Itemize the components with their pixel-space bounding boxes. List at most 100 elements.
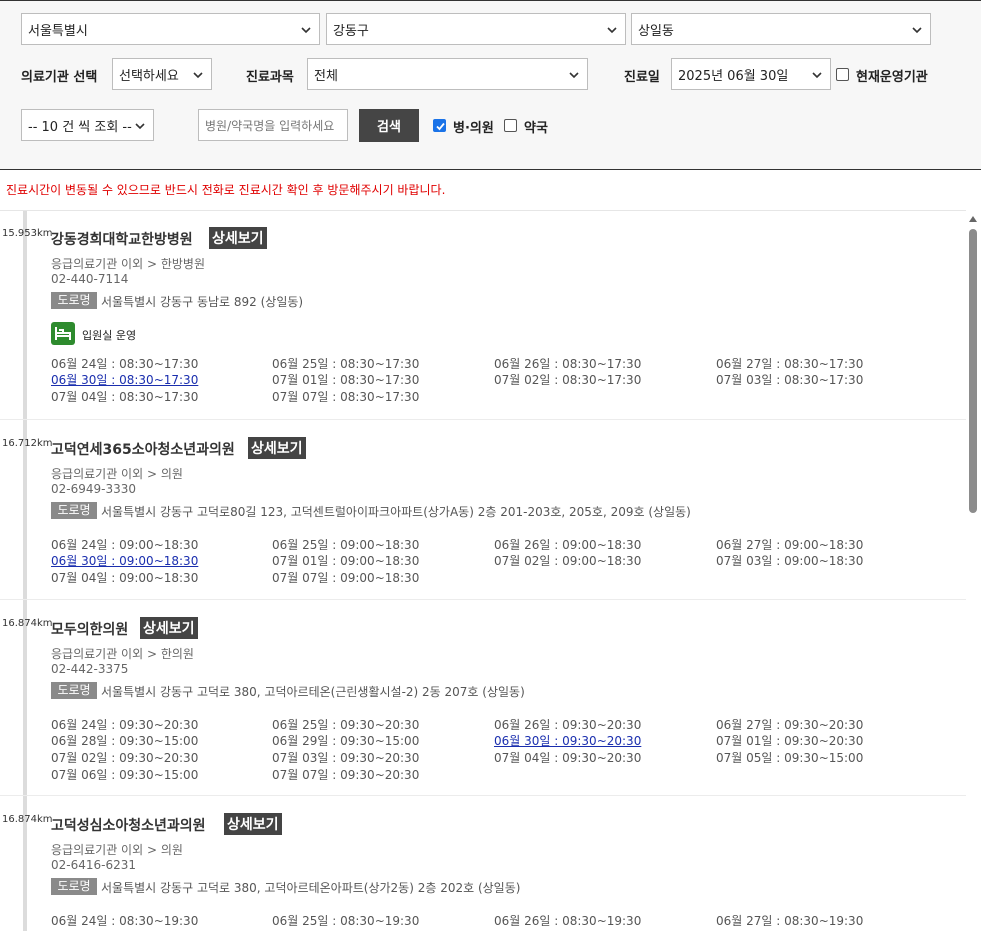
hours-item: 07월 05일 : 09:30~15:00 bbox=[716, 751, 864, 765]
distance: 16.712km bbox=[2, 438, 53, 449]
hours-item: 06월 25일 : 08:30~17:30 bbox=[272, 357, 420, 371]
result-list: 15.953km 강동경희대학교한방병원 상세보기 응급의료기관 이외 > 한방… bbox=[0, 211, 966, 931]
hours-item: 06월 27일 : 09:30~20:30 bbox=[716, 718, 864, 732]
detail-button[interactable]: 상세보기 bbox=[209, 227, 267, 249]
sigungu-value: 강동구 bbox=[333, 23, 369, 39]
hours-today: 06월 30일 : 09:30~20:30 bbox=[494, 734, 642, 748]
hours-item: 06월 26일 : 08:30~17:30 bbox=[494, 357, 642, 371]
dong-value: 상일동 bbox=[638, 23, 674, 39]
date-select[interactable]: 2025년 06월 30일 bbox=[671, 58, 831, 90]
dong-select[interactable]: 상일동 bbox=[631, 13, 931, 45]
road-badge: 도로명 bbox=[51, 682, 97, 699]
hours-item: 06월 28일 : 09:30~15:00 bbox=[51, 734, 199, 748]
date-label: 진료일 bbox=[624, 70, 660, 85]
phone: 02-440-7114 bbox=[51, 272, 129, 286]
hours-item: 07월 02일 : 09:30~20:30 bbox=[51, 751, 199, 765]
address: 서울특별시 강동구 고덕로80길 123, 고덕센트럴아이파크아파트(상가A동)… bbox=[101, 505, 691, 519]
inst-label: 의료기관 선택 bbox=[21, 70, 98, 85]
list-item: 16.874km 모두의한의원 상세보기 응급의료기관 이외 > 한의원 02-… bbox=[0, 600, 966, 796]
hours-item: 07월 07일 : 08:30~17:30 bbox=[272, 390, 420, 404]
chevron-down-icon bbox=[301, 27, 311, 34]
hours-item: 07월 07일 : 09:30~20:30 bbox=[272, 768, 420, 782]
category: 응급의료기관 이외 > 의원 bbox=[51, 467, 183, 481]
hours-item: 06월 29일 : 09:30~15:00 bbox=[272, 734, 420, 748]
page-size-value: -- 10 건 씩 조회 -- bbox=[28, 119, 132, 135]
hours-item: 06월 26일 : 09:00~18:30 bbox=[494, 538, 642, 552]
notice-text: 진료시간이 변동될 수 있으므로 반드시 전화로 진료시간 확인 후 방문해주시… bbox=[6, 183, 446, 197]
hours-item: 06월 24일 : 09:00~18:30 bbox=[51, 538, 199, 552]
inst-select[interactable]: 선택하세요 bbox=[112, 58, 212, 90]
hours-item: 06월 27일 : 09:00~18:30 bbox=[716, 538, 864, 552]
facility-name[interactable]: 강동경희대학교한방병원 bbox=[51, 229, 193, 249]
chevron-down-icon bbox=[135, 123, 145, 130]
scrollbar[interactable] bbox=[966, 211, 981, 931]
dept-select[interactable]: 전체 bbox=[307, 58, 588, 90]
detail-button[interactable]: 상세보기 bbox=[248, 437, 306, 459]
chevron-down-icon bbox=[812, 72, 822, 79]
detail-button[interactable]: 상세보기 bbox=[224, 813, 282, 835]
address: 서울특별시 강동구 고덕로 380, 고덕아르테온아파트(상가2동) 2층 20… bbox=[101, 881, 521, 895]
road-badge: 도로명 bbox=[51, 878, 97, 895]
address: 서울특별시 강동구 동남로 892 (상일동) bbox=[101, 295, 304, 309]
sido-value: 서울특별시 bbox=[28, 23, 88, 39]
operating-label: 현재운영기관 bbox=[856, 70, 928, 85]
hours-item: 06월 25일 : 09:30~20:30 bbox=[272, 718, 420, 732]
hours-item: 06월 24일 : 08:30~17:30 bbox=[51, 357, 199, 371]
category: 응급의료기관 이외 > 의원 bbox=[51, 843, 183, 857]
ward-badge: 입원실 운영 bbox=[82, 329, 137, 342]
search-button[interactable]: 검색 bbox=[359, 109, 419, 142]
hours-item: 06월 24일 : 08:30~19:30 bbox=[51, 914, 199, 928]
hours-item: 07월 03일 : 09:30~20:30 bbox=[272, 751, 420, 765]
hours-item: 06월 24일 : 09:30~20:30 bbox=[51, 718, 199, 732]
hours-today: 06월 30일 : 08:30~17:30 bbox=[51, 373, 199, 387]
facility-name[interactable]: 고덕성심소아청소년과의원 bbox=[51, 815, 206, 835]
hours-item: 06월 26일 : 08:30~19:30 bbox=[494, 914, 642, 928]
list-item: 16.712km 고덕연세365소아청소년과의원 상세보기 응급의료기관 이외 … bbox=[0, 420, 966, 600]
dept-label: 진료과목 bbox=[246, 70, 294, 85]
category: 응급의료기관 이외 > 한방병원 bbox=[51, 257, 205, 271]
hours-item: 07월 04일 : 08:30~17:30 bbox=[51, 390, 199, 404]
list-item: 15.953km 강동경희대학교한방병원 상세보기 응급의료기관 이외 > 한방… bbox=[0, 211, 966, 420]
phone: 02-442-3375 bbox=[51, 662, 129, 676]
hours-today: 06월 30일 : 09:00~18:30 bbox=[51, 554, 199, 568]
clinic-label: 병·의원 bbox=[453, 121, 494, 136]
detail-button[interactable]: 상세보기 bbox=[140, 617, 198, 639]
sido-select[interactable]: 서울특별시 bbox=[21, 13, 320, 45]
facility-name[interactable]: 모두의한의원 bbox=[51, 619, 128, 639]
chevron-down-icon bbox=[193, 72, 203, 79]
hours-item: 07월 04일 : 09:30~20:30 bbox=[494, 751, 642, 765]
hours-item: 06월 27일 : 08:30~17:30 bbox=[716, 357, 864, 371]
hours-item: 07월 04일 : 09:00~18:30 bbox=[51, 571, 199, 585]
search-placeholder: 병원/약국명을 입력하세요 bbox=[205, 118, 335, 133]
hours-item: 07월 02일 : 08:30~17:30 bbox=[494, 373, 642, 387]
chevron-down-icon bbox=[569, 72, 579, 79]
chevron-down-icon bbox=[912, 27, 922, 34]
pharmacy-checkbox[interactable] bbox=[504, 119, 517, 132]
distance: 16.874km bbox=[2, 814, 53, 825]
hours-item: 06월 25일 : 09:00~18:30 bbox=[272, 538, 420, 552]
bed-icon bbox=[51, 322, 75, 345]
hours-item: 07월 01일 : 09:00~18:30 bbox=[272, 554, 420, 568]
pharmacy-label: 약국 bbox=[524, 121, 548, 136]
sigungu-select[interactable]: 강동구 bbox=[326, 13, 626, 45]
operating-checkbox[interactable] bbox=[836, 68, 849, 81]
facility-name[interactable]: 고덕연세365소아청소년과의원 bbox=[51, 439, 235, 459]
search-input[interactable]: 병원/약국명을 입력하세요 bbox=[198, 109, 348, 141]
scroll-thumb[interactable] bbox=[969, 229, 977, 513]
phone: 02-6949-3330 bbox=[51, 482, 137, 496]
clinic-checkbox[interactable] bbox=[433, 119, 446, 132]
hours-item: 07월 06일 : 09:30~15:00 bbox=[51, 768, 199, 782]
hours-item: 07월 01일 : 08:30~17:30 bbox=[272, 373, 420, 387]
hours-item: 07월 07일 : 09:00~18:30 bbox=[272, 571, 420, 585]
scroll-up-arrow-icon[interactable] bbox=[969, 216, 977, 222]
page-size-select[interactable]: -- 10 건 씩 조회 -- bbox=[21, 109, 154, 141]
inst-value: 선택하세요 bbox=[119, 68, 179, 84]
check-icon bbox=[436, 122, 445, 131]
distance: 16.874km bbox=[2, 618, 53, 629]
hours-item: 07월 02일 : 09:00~18:30 bbox=[494, 554, 642, 568]
distance: 15.953km bbox=[2, 228, 53, 239]
chevron-down-icon bbox=[607, 27, 617, 34]
date-value: 2025년 06월 30일 bbox=[678, 68, 789, 84]
category: 응급의료기관 이외 > 한의원 bbox=[51, 647, 194, 661]
hours-item: 06월 26일 : 09:30~20:30 bbox=[494, 718, 642, 732]
